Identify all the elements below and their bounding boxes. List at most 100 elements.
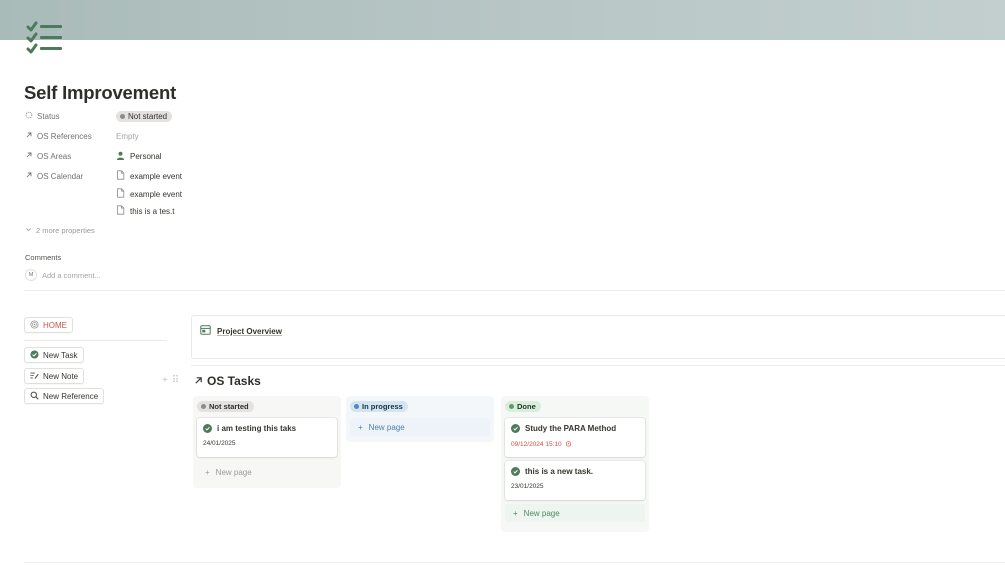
chevron-down-icon xyxy=(25,226,32,235)
calendar-link[interactable]: example event xyxy=(116,188,182,200)
property-label-areas: OS Areas xyxy=(25,151,115,161)
board-page-icon xyxy=(200,325,211,337)
alarm-clock-icon xyxy=(565,440,572,449)
area-value: Personal xyxy=(130,151,162,161)
drag-handle-icon[interactable]: ⠿ xyxy=(172,375,179,386)
board-card[interactable]: i am testing this taks 24/01/2025 xyxy=(197,418,337,457)
area-link-personal[interactable]: Personal xyxy=(116,151,162,162)
divider xyxy=(191,365,1005,366)
calendar-item: example event xyxy=(130,189,183,199)
page-cover[interactable] xyxy=(0,0,1005,40)
property-os-calendar[interactable]: OS Calendar example event xyxy=(25,168,182,184)
new-note-button[interactable]: New Note xyxy=(24,368,85,384)
more-properties-toggle[interactable]: 2 more properties xyxy=(25,226,95,235)
property-label: OS References xyxy=(37,131,92,141)
database-title[interactable]: OS Tasks xyxy=(194,374,261,388)
board-column-done: Done Study the PARA Method 09/12/2024 15… xyxy=(501,396,649,532)
calendar-link[interactable]: example event xyxy=(116,170,182,182)
new-reference-label: New Reference xyxy=(43,391,99,401)
check-circle-icon xyxy=(203,424,212,433)
plus-icon: + xyxy=(358,422,363,432)
calendar-item: example event xyxy=(130,171,183,181)
board-column-in-progress: In progress + New page xyxy=(346,396,494,442)
status-dot xyxy=(509,403,514,409)
new-page-label: New page xyxy=(215,467,252,477)
relation-arrow-icon xyxy=(194,374,203,388)
document-icon xyxy=(116,170,125,182)
property-status[interactable]: Status Not started xyxy=(25,108,173,124)
document-icon xyxy=(116,188,125,200)
status-icon xyxy=(25,111,33,121)
new-page-button[interactable]: + New page xyxy=(505,504,645,522)
relation-arrow-icon xyxy=(25,151,33,161)
column-badge[interactable]: Done xyxy=(505,400,541,412)
project-overview-label: Project Overview xyxy=(217,326,282,336)
page-title[interactable]: Self Improvement xyxy=(24,82,176,104)
relation-arrow-icon xyxy=(25,171,33,181)
new-page-button[interactable]: + New page xyxy=(197,463,337,481)
plus-icon[interactable]: + xyxy=(162,375,168,386)
plus-icon: + xyxy=(205,467,210,477)
divider xyxy=(24,290,1005,291)
person-icon xyxy=(116,151,125,162)
property-label: Status xyxy=(37,111,60,121)
comment-input[interactable]: Add a comment... xyxy=(42,271,101,280)
calendar-link[interactable]: this is a tes.t xyxy=(116,205,174,217)
status-dot xyxy=(120,113,125,119)
status-badge[interactable]: Not started xyxy=(116,110,173,122)
new-note-label: New Note xyxy=(43,371,79,381)
board-column-not-started: Not started i am testing this taks 24/01… xyxy=(193,396,341,488)
property-label: OS Calendar xyxy=(37,171,84,181)
card-title: i am testing this taks xyxy=(217,424,297,433)
new-task-label: New Task xyxy=(43,350,78,360)
block-handles[interactable]: + ⠿ xyxy=(162,375,179,386)
board-card[interactable]: Study the PARA Method 09/12/2024 15:10 xyxy=(505,418,645,457)
status-dot xyxy=(201,403,206,409)
database-title-label: OS Tasks xyxy=(207,374,261,388)
board-card[interactable]: this is a new task. 23/01/2025 xyxy=(505,461,645,500)
new-reference-button[interactable]: New Reference xyxy=(24,388,105,404)
document-icon xyxy=(116,205,125,217)
column-badge[interactable]: Not started xyxy=(197,400,254,412)
project-overview-block: Project Overview xyxy=(191,315,1005,359)
property-label-calendar: OS Calendar xyxy=(25,171,115,181)
home-button-label: HOME xyxy=(43,320,67,330)
note-pen-icon xyxy=(30,371,39,382)
target-icon xyxy=(30,319,39,331)
property-os-areas[interactable]: OS Areas Personal xyxy=(25,148,162,164)
column-badge[interactable]: In progress xyxy=(350,400,408,412)
home-button[interactable]: HOME xyxy=(24,317,73,333)
search-icon xyxy=(30,391,39,402)
card-title: Study the PARA Method xyxy=(525,424,617,433)
card-date: 09/12/2024 15:10 xyxy=(511,441,562,448)
column-name: Done xyxy=(517,401,536,411)
column-name: In progress xyxy=(362,401,403,411)
more-properties-label: 2 more properties xyxy=(36,226,95,235)
status-value: Not started xyxy=(128,111,168,121)
card-title: this is a new task. xyxy=(525,467,594,476)
property-label-references: OS References xyxy=(25,131,115,141)
project-overview-link[interactable]: Project Overview xyxy=(200,325,282,337)
comments-heading: Comments xyxy=(25,253,62,262)
checklist-icon[interactable] xyxy=(26,20,64,54)
calendar-item: this is a tes.t xyxy=(130,206,175,216)
card-date: 23/01/2025 xyxy=(511,483,544,490)
status-dot xyxy=(354,403,359,409)
check-circle-icon xyxy=(511,467,520,476)
comment-input-row[interactable]: M Add a comment... xyxy=(25,269,101,281)
check-circle-icon xyxy=(511,424,520,433)
new-task-button[interactable]: New Task xyxy=(24,347,84,363)
divider xyxy=(24,562,1005,563)
relation-arrow-icon xyxy=(25,131,33,141)
new-page-button[interactable]: + New page xyxy=(350,418,490,436)
property-label: OS Areas xyxy=(37,151,72,161)
card-date: 24/01/2025 xyxy=(203,440,236,447)
plus-icon: + xyxy=(513,508,518,518)
check-circle-icon xyxy=(30,349,39,361)
new-page-label: New page xyxy=(368,422,405,432)
property-os-references[interactable]: OS References Empty xyxy=(25,128,139,144)
divider xyxy=(24,340,167,341)
column-name: Not started xyxy=(209,401,249,411)
new-page-label: New page xyxy=(523,508,560,518)
references-value[interactable]: Empty xyxy=(116,132,139,141)
